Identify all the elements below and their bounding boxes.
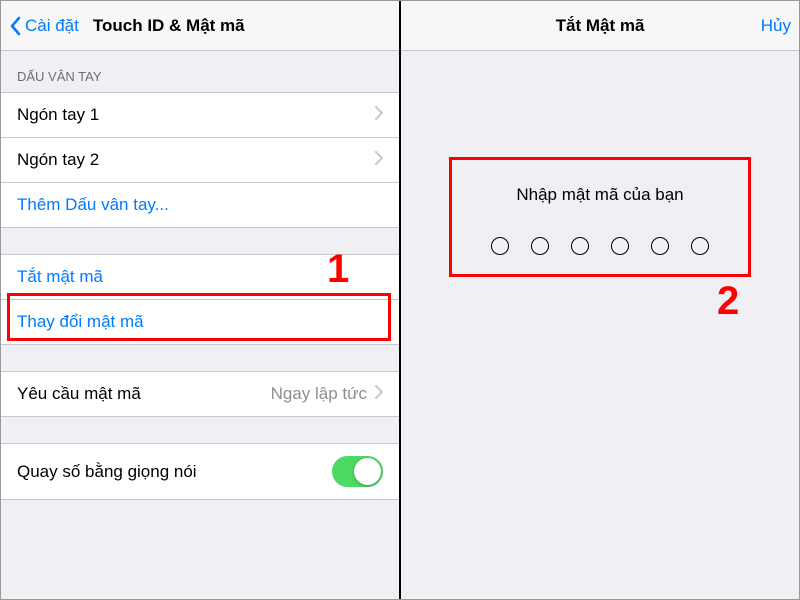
finger-1-label: Ngón tay 1	[17, 105, 375, 125]
passcode-pane: Tắt Mật mã Hủy Nhập mật mã của bạn 2	[401, 1, 799, 599]
cancel-button[interactable]: Hủy	[761, 16, 791, 36]
row-add-fingerprint[interactable]: Thêm Dấu vân tay...	[1, 183, 399, 227]
require-passcode-list: Yêu cầu mật mã Ngay lập tức	[1, 371, 399, 417]
chevron-left-icon	[9, 16, 21, 36]
add-fingerprint-label: Thêm Dấu vân tay...	[17, 195, 383, 215]
fingerprint-list: Ngón tay 1 Ngón tay 2 Thêm Dấu vân tay..…	[1, 92, 399, 228]
passcode-entry: Nhập mật mã của bạn	[401, 161, 799, 287]
passcode-dot	[651, 237, 669, 255]
finger-2-label: Ngón tay 2	[17, 150, 375, 170]
section-fingerprints: DẤU VÂN TAY	[1, 51, 399, 92]
nav-bar-right: Tắt Mật mã Hủy	[401, 1, 799, 51]
voice-dial-toggle[interactable]	[332, 456, 383, 487]
row-finger-1[interactable]: Ngón tay 1	[1, 93, 399, 138]
passcode-prompt: Nhập mật mã của bạn	[421, 185, 779, 205]
voice-dial-label: Quay số bằng giọng nói	[17, 462, 332, 482]
chevron-right-icon	[375, 384, 383, 404]
row-require-passcode[interactable]: Yêu cầu mật mã Ngay lập tức	[1, 372, 399, 416]
settings-pane: Cài đặt Touch ID & Mật mã DẤU VÂN TAY Ng…	[1, 1, 401, 599]
row-voice-dial: Quay số bằng giọng nói	[1, 444, 399, 499]
page-title-right: Tắt Mật mã	[556, 16, 645, 36]
voice-dial-list: Quay số bằng giọng nói	[1, 443, 399, 500]
row-finger-2[interactable]: Ngón tay 2	[1, 138, 399, 183]
passcode-dot	[691, 237, 709, 255]
passcode-actions-list: Tắt mật mã Thay đổi mật mã	[1, 254, 399, 345]
require-passcode-value: Ngay lập tức	[271, 384, 367, 404]
passcode-dot	[611, 237, 629, 255]
passcode-dot	[531, 237, 549, 255]
row-change-passcode[interactable]: Thay đổi mật mã	[1, 300, 399, 344]
chevron-right-icon	[375, 150, 383, 170]
back-label: Cài đặt	[25, 16, 79, 36]
page-title: Touch ID & Mật mã	[93, 16, 245, 36]
passcode-dots[interactable]	[421, 237, 779, 255]
row-turn-off-passcode[interactable]: Tắt mật mã	[1, 255, 399, 300]
change-passcode-label: Thay đổi mật mã	[17, 312, 383, 332]
require-passcode-label: Yêu cầu mật mã	[17, 384, 271, 404]
back-button[interactable]: Cài đặt	[9, 16, 79, 36]
passcode-dot	[491, 237, 509, 255]
chevron-right-icon	[375, 105, 383, 125]
nav-bar-left: Cài đặt Touch ID & Mật mã	[1, 1, 399, 51]
turn-off-passcode-label: Tắt mật mã	[17, 267, 383, 287]
passcode-dot	[571, 237, 589, 255]
